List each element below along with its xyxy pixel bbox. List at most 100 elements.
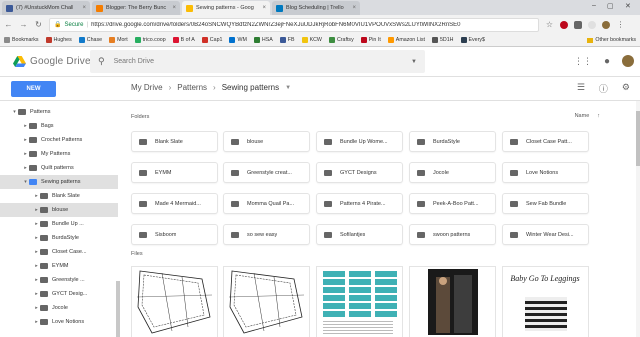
sidebar-item[interactable]: ▸ Greenstyle ... (0, 273, 118, 287)
expand-right-icon[interactable]: ▸ (33, 263, 40, 269)
bookmark-item[interactable]: WM (229, 37, 247, 43)
sidebar-item[interactable]: ▸ Quilt patterns (0, 161, 118, 175)
folder-card[interactable]: Love Notions (503, 163, 588, 182)
browser-tab[interactable]: (7) #UnstuckMom Chall × (2, 1, 90, 15)
minimize-icon[interactable]: – (592, 2, 596, 9)
folder-card[interactable]: Peek-A-Boo Patt... (410, 194, 495, 213)
folder-card[interactable]: Sofilantjes (317, 225, 402, 244)
extension-icon[interactable] (574, 20, 582, 29)
address-bar[interactable]: 🔒 Secure | https://drive.google.com/driv… (49, 17, 539, 32)
sidebar-item[interactable]: ▸ Blank Slate (0, 189, 118, 203)
close-window-icon[interactable]: ✕ (625, 2, 631, 10)
bookmark-item[interactable]: Bookmarks (4, 37, 39, 43)
tab-close-icon[interactable]: × (349, 5, 356, 11)
file-thumbnail[interactable]: Baby Go To Leggings (503, 267, 588, 337)
folder-card[interactable]: Closet Case Patt... (503, 132, 588, 151)
notifications-icon[interactable]: ● (604, 56, 610, 67)
browser-tab[interactable]: Blogger: The Berry Bunc × (92, 1, 180, 15)
pinterest-extension-icon[interactable] (560, 20, 568, 29)
folder-card[interactable]: Patterns 4 Pirate... (317, 194, 402, 213)
extension-icon[interactable] (588, 20, 596, 29)
expand-right-icon[interactable]: ▸ (33, 305, 40, 311)
sidebar-item[interactable]: ▸ Bundle Up ... (0, 217, 118, 231)
drive-logo[interactable]: Google Drive (13, 56, 91, 67)
expand-right-icon[interactable]: ▸ (33, 291, 40, 297)
menu-icon[interactable]: ⋮ (616, 20, 625, 29)
bookmark-item[interactable]: HSA (253, 37, 273, 43)
bookmark-item[interactable]: Pin It (360, 37, 381, 43)
bookmark-item[interactable]: Craftsy (328, 37, 354, 43)
chevron-down-icon[interactable]: ▼ (285, 85, 291, 91)
folder-card[interactable]: swoon patterns (410, 225, 495, 244)
expand-down-icon[interactable]: ▾ (22, 179, 29, 185)
sidebar-item[interactable]: ▸ Jocole (0, 301, 118, 315)
bookmark-item[interactable]: Mort (109, 37, 128, 43)
folder-card[interactable]: blouse (224, 132, 309, 151)
bookmark-item[interactable]: trico.coop (134, 37, 166, 43)
breadcrumb-patterns[interactable]: Patterns (177, 83, 207, 92)
reload-icon[interactable]: ↻ (34, 20, 43, 29)
expand-right-icon[interactable]: ▸ (22, 151, 29, 157)
sidebar-scrollbar[interactable] (116, 281, 120, 337)
bookmark-item[interactable]: 5D1H (431, 37, 454, 43)
browser-tab[interactable]: Blog Scheduling | Trello × (272, 1, 360, 15)
folder-card[interactable]: BurdaStyle (410, 132, 495, 151)
expand-right-icon[interactable]: ▸ (33, 193, 40, 199)
expand-right-icon[interactable]: ▸ (22, 123, 29, 129)
account-avatar[interactable] (622, 55, 634, 67)
folder-card[interactable]: Momma Quail Pa... (224, 194, 309, 213)
forward-icon[interactable]: → (19, 20, 28, 29)
expand-right-icon[interactable]: ▸ (33, 207, 40, 213)
bookmark-item[interactable]: B of A (172, 37, 195, 43)
new-button[interactable]: NEW (11, 81, 56, 97)
folder-card[interactable]: Blank Slate (132, 132, 217, 151)
profile-avatar[interactable] (602, 20, 610, 29)
bookmark-item[interactable]: KCW (301, 37, 322, 43)
other-bookmarks[interactable]: Other bookmarks (587, 37, 636, 43)
search-input[interactable]: Search Drive (114, 58, 154, 65)
sidebar-item[interactable]: ▸ blouse (0, 203, 118, 217)
bookmark-item[interactable]: Chase (78, 37, 102, 43)
folder-card[interactable]: Bundle Up Wome... (317, 132, 402, 151)
sidebar-item[interactable]: ▸ BurdaStyle (0, 231, 118, 245)
sidebar-item[interactable]: ▸ My Patterns (0, 147, 118, 161)
folder-card[interactable]: Greenstyle creat... (224, 163, 309, 182)
main-scrollbar[interactable] (636, 101, 640, 337)
bookmark-item[interactable]: Hughes (45, 37, 72, 43)
details-icon[interactable]: ⓘ (599, 82, 608, 95)
folder-card[interactable]: Winter Wear Desi... (503, 225, 588, 244)
settings-gear-icon[interactable]: ⚙ (622, 82, 630, 95)
file-thumbnail[interactable] (132, 267, 217, 337)
folder-card[interactable]: EYMM (132, 163, 217, 182)
expand-right-icon[interactable]: ▸ (22, 165, 29, 171)
bookmark-item[interactable]: Cap1 (201, 37, 222, 43)
expand-down-icon[interactable]: ▾ (11, 109, 18, 115)
expand-right-icon[interactable]: ▸ (33, 319, 40, 325)
expand-right-icon[interactable]: ▸ (33, 221, 40, 227)
folder-card[interactable]: Sew Fab Bundle (503, 194, 588, 213)
folder-card[interactable]: Jocole (410, 163, 495, 182)
folder-card[interactable]: Sisboom (132, 225, 217, 244)
browser-tab[interactable]: Sewing patterns - Goog × (182, 1, 270, 15)
breadcrumb-sewing-patterns[interactable]: Sewing patterns (222, 83, 279, 92)
expand-right-icon[interactable]: ▸ (33, 235, 40, 241)
bookmark-item[interactable]: FB (279, 37, 295, 43)
folder-card[interactable]: Made 4 Mermaid... (132, 194, 217, 213)
tab-close-icon[interactable]: × (169, 5, 176, 11)
sidebar-item[interactable]: ▸ EYMM (0, 259, 118, 273)
expand-right-icon[interactable]: ▸ (33, 249, 40, 255)
sidebar-item[interactable]: ▸ Bags (0, 119, 118, 133)
tab-close-icon[interactable]: × (259, 5, 266, 11)
file-thumbnail[interactable] (224, 267, 309, 337)
expand-right-icon[interactable]: ▸ (33, 277, 40, 283)
search-box[interactable]: ⚲ Search Drive ▼ (90, 50, 425, 73)
sidebar-item[interactable]: ▸ GYCT Desig... (0, 287, 118, 301)
back-icon[interactable]: ← (4, 20, 13, 29)
tab-close-icon[interactable]: × (79, 5, 86, 11)
sidebar-item[interactable]: ▸ Crochet Patterns (0, 133, 118, 147)
list-view-icon[interactable]: ☰ (577, 82, 585, 95)
bookmark-item[interactable]: Every$ (460, 37, 485, 43)
sidebar-item[interactable]: ▾ Patterns (0, 105, 118, 119)
folder-card[interactable]: GYCT Designs (317, 163, 402, 182)
sidebar-item[interactable]: ▸ Closet Case... (0, 245, 118, 259)
